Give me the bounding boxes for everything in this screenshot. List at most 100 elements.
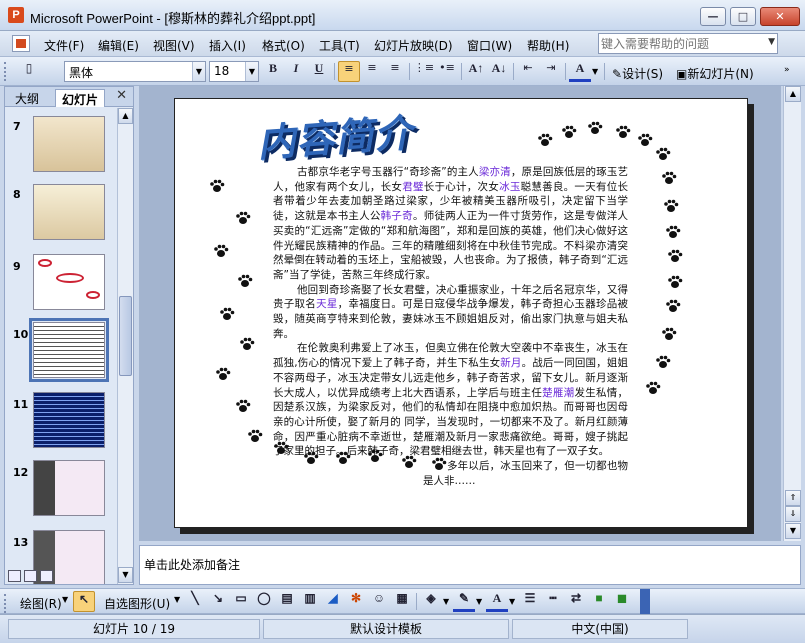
diagram-icon[interactable]: ✻ [345, 591, 367, 612]
numbered-list-icon[interactable]: ⋮≡ [413, 61, 435, 82]
thumbnail-scrollbar[interactable]: ▲ ▼ [117, 108, 133, 584]
notes-placeholder[interactable]: 单击此处添加备注 [144, 556, 240, 573]
chevron-down-icon[interactable]: ▼ [62, 595, 68, 604]
font-size-combo[interactable]: 18 ▼ [209, 61, 259, 82]
wordart-icon[interactable]: ◢ [322, 591, 344, 612]
clipart-icon[interactable]: ☺ [368, 591, 390, 612]
vertical-textbox-icon[interactable]: ▥ [299, 591, 321, 612]
chevron-down-icon[interactable]: ▼ [174, 595, 180, 604]
chevron-down-icon[interactable]: ▼ [476, 597, 482, 606]
shadow-style-icon[interactable]: ■ [588, 591, 610, 612]
scroll-up-icon[interactable]: ▲ [118, 108, 133, 124]
menu-slideshow[interactable]: 幻灯片放映(D) [374, 37, 453, 54]
toolbar-separator [604, 63, 605, 80]
paw-print-icon [662, 171, 677, 184]
arrow-style-icon[interactable]: ⇄ [565, 591, 587, 612]
chevron-down-icon[interactable]: ▼ [592, 67, 598, 76]
paw-print-icon [538, 133, 553, 146]
slide-sorter-icon[interactable] [24, 570, 37, 582]
toolbar-options-icon[interactable]: » [784, 65, 790, 75]
menu-file[interactable]: 文件(F) [44, 37, 84, 54]
menu-tools[interactable]: 工具(T) [319, 37, 360, 54]
normal-view-icon[interactable] [8, 570, 21, 582]
draw-menu-button[interactable]: 绘图(R) [20, 595, 62, 612]
slide-scrollbar[interactable]: ▲ ⇑ ⇓ ▼ [783, 86, 801, 541]
chevron-down-icon[interactable]: ▼ [768, 37, 775, 47]
menu-insert[interactable]: 插入(I) [209, 37, 246, 54]
chevron-down-icon[interactable]: ▼ [192, 62, 205, 81]
scroll-up-icon[interactable]: ▲ [785, 86, 801, 102]
line-color-icon[interactable]: ✎ [453, 591, 475, 612]
underline-button[interactable]: U [308, 61, 330, 82]
decrease-font-icon[interactable]: A↓ [488, 61, 510, 82]
notes-pane[interactable]: 单击此处添加备注 [139, 545, 801, 585]
italic-button[interactable]: I [285, 61, 307, 82]
line-style-icon[interactable]: ☰ [519, 591, 541, 612]
bullet-list-icon[interactable]: •≡ [436, 61, 458, 82]
menu-format[interactable]: 格式(O) [262, 37, 305, 54]
next-slide-icon[interactable]: ⇓ [785, 506, 801, 522]
document-icon[interactable] [12, 35, 30, 52]
slide-thumbnail-selected[interactable] [29, 318, 109, 382]
tab-slides[interactable]: 幻灯片 [55, 89, 106, 107]
increase-indent-icon[interactable]: ⇥ [540, 61, 562, 82]
bold-button[interactable]: B [262, 61, 284, 82]
slide-body-text[interactable]: 古都京华老字号玉器行“奇珍斋”的主人梁亦清，原是回族低层的琢玉艺人，他家有两个女… [273, 165, 628, 488]
slide-editing-area: 内容简介 古都京华老字号玉器行“奇珍斋”的主人梁亦清，原是回族低层的琢玉艺人，他… [139, 86, 781, 541]
help-search-input[interactable] [601, 35, 761, 52]
minimize-button[interactable]: — [700, 7, 726, 26]
rectangle-tool-icon[interactable]: ▭ [230, 591, 252, 612]
new-slide-button[interactable]: ▣新幻灯片(N) [676, 65, 754, 82]
chevron-down-icon[interactable]: ▼ [443, 597, 449, 606]
font-color-icon[interactable]: A [486, 591, 508, 612]
autoshapes-button[interactable]: 自选图形(U) [104, 595, 170, 612]
slide-title[interactable]: 内容简介 [255, 102, 415, 168]
chevron-down-icon[interactable]: ▼ [509, 597, 515, 606]
design-button[interactable]: ✎设计(S) [612, 65, 663, 82]
decrease-indent-icon[interactable]: ⇤ [517, 61, 539, 82]
scroll-thumb[interactable] [119, 296, 132, 376]
chevron-down-icon[interactable]: ▼ [245, 62, 258, 81]
scroll-down-icon[interactable]: ▼ [785, 523, 801, 539]
previous-slide-icon[interactable]: ⇑ [785, 490, 801, 506]
increase-font-icon[interactable]: A↑ [465, 61, 487, 82]
align-right-icon[interactable]: ≡ [384, 61, 406, 82]
3d-style-icon[interactable]: ◼ [611, 591, 633, 612]
slide-thumbnail[interactable] [33, 184, 105, 240]
paw-print-icon [238, 274, 253, 287]
close-icon[interactable]: ✕ [116, 88, 127, 103]
toolbar-options-icon[interactable] [640, 589, 650, 615]
font-color-icon[interactable]: A [569, 61, 591, 82]
scroll-down-icon[interactable]: ▼ [118, 567, 133, 583]
language-status: 中文(中国) [512, 619, 688, 639]
tab-outline[interactable]: 大纲 [9, 89, 45, 107]
slideshow-view-icon[interactable] [40, 570, 53, 582]
select-pointer-icon[interactable]: ↖ [73, 591, 95, 612]
slide-canvas[interactable]: 内容简介 古都京华老字号玉器行“奇珍斋”的主人梁亦清，原是回族低层的琢玉艺人，他… [174, 98, 748, 528]
help-search-box[interactable]: ▼ [598, 33, 778, 54]
line-tool-icon[interactable]: ╲ [184, 591, 206, 612]
arrow-tool-icon[interactable]: ↘ [207, 591, 229, 612]
align-left-icon[interactable]: ≡ [338, 61, 360, 82]
title-bar: P Microsoft PowerPoint - [穆斯林的葬礼介绍ppt.pp… [0, 0, 805, 31]
maximize-button[interactable]: □ [730, 7, 756, 26]
menu-help[interactable]: 帮助(H) [527, 37, 569, 54]
menu-window[interactable]: 窗口(W) [467, 37, 512, 54]
fill-color-icon[interactable]: ◈ [420, 591, 442, 612]
menu-edit[interactable]: 编辑(E) [98, 37, 139, 54]
slide-thumbnail[interactable] [33, 254, 105, 310]
slide-thumbnail[interactable] [33, 116, 105, 172]
font-name-combo[interactable]: 黑体 ▼ [64, 61, 206, 82]
align-center-icon[interactable]: ≡ [361, 61, 383, 82]
menu-view[interactable]: 视图(V) [153, 37, 195, 54]
close-button[interactable]: ✕ [760, 7, 800, 26]
textbox-tool-icon[interactable]: ▤ [276, 591, 298, 612]
slide-thumbnail[interactable] [33, 392, 105, 448]
new-document-icon[interactable]: ▯ [18, 61, 40, 82]
toolbar-grip[interactable] [4, 62, 7, 81]
insert-picture-icon[interactable]: ▦ [391, 591, 413, 612]
toolbar-grip[interactable] [4, 594, 7, 613]
oval-tool-icon[interactable]: ◯ [253, 591, 275, 612]
dash-style-icon[interactable]: ┅ [542, 591, 564, 612]
slide-thumbnail[interactable] [33, 460, 105, 516]
